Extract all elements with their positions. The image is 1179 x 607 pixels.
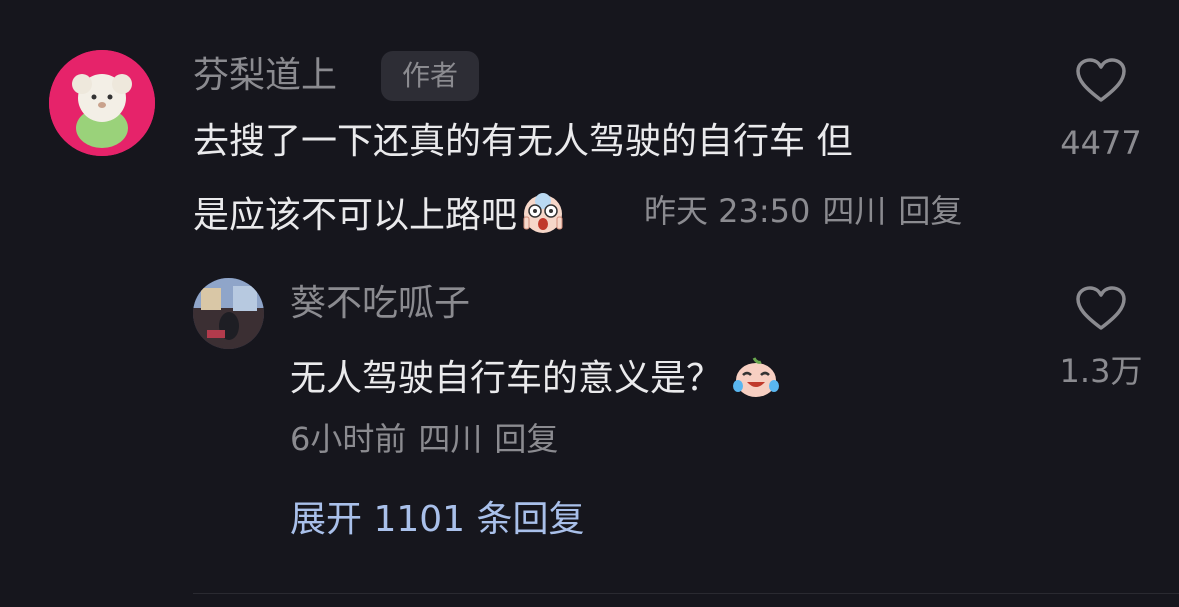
author-badge: 作者 xyxy=(381,51,479,101)
reply-like-count: 1.3万 xyxy=(1059,352,1143,390)
screaming-face-emoji-icon xyxy=(523,193,563,233)
comment-text-line-2: 是应该不可以上路吧 xyxy=(193,191,565,235)
replier-username[interactable]: 葵不吃呱子 xyxy=(290,286,470,322)
reply-meta: 6小时前 四川 回复 xyxy=(290,423,570,455)
reply-text-content: 无人驾驶自行车的意义是？ xyxy=(290,358,723,399)
divider xyxy=(193,593,1179,594)
comment-location: 四川 xyxy=(822,192,887,230)
reply-time: 6小时前 xyxy=(290,420,407,458)
laughing-crying-face-emoji-icon xyxy=(733,357,780,397)
heart-outline-icon[interactable] xyxy=(1075,57,1127,103)
comment-text-line-2-text: 是应该不可以上路吧 xyxy=(193,195,518,236)
comment-thread: 芬梨道上 作者 去搜了一下还真的有无人驾驶的自行车 但 是应该不可以上路吧 昨天… xyxy=(0,0,1179,607)
reply-text: 无人驾驶自行车的意义是？ xyxy=(290,354,782,398)
reply-button[interactable]: 回复 xyxy=(898,192,962,230)
comment-like-count: 4477 xyxy=(1060,124,1142,162)
commenter-username[interactable]: 芬梨道上 xyxy=(193,58,337,94)
comment-meta: 昨天 23:50 四川 回复 xyxy=(644,195,974,227)
comment-time: 昨天 23:50 xyxy=(644,192,811,230)
reply-reply-button[interactable]: 回复 xyxy=(494,420,558,458)
replier-avatar[interactable] xyxy=(193,278,264,349)
heart-outline-icon[interactable] xyxy=(1075,285,1127,331)
comment-text-line-1: 去搜了一下还真的有无人驾驶的自行车 但 xyxy=(193,121,853,162)
reply-location: 四川 xyxy=(418,420,483,458)
commenter-avatar[interactable] xyxy=(49,50,155,156)
expand-replies-button[interactable]: 展开 1101 条回复 xyxy=(290,502,585,538)
